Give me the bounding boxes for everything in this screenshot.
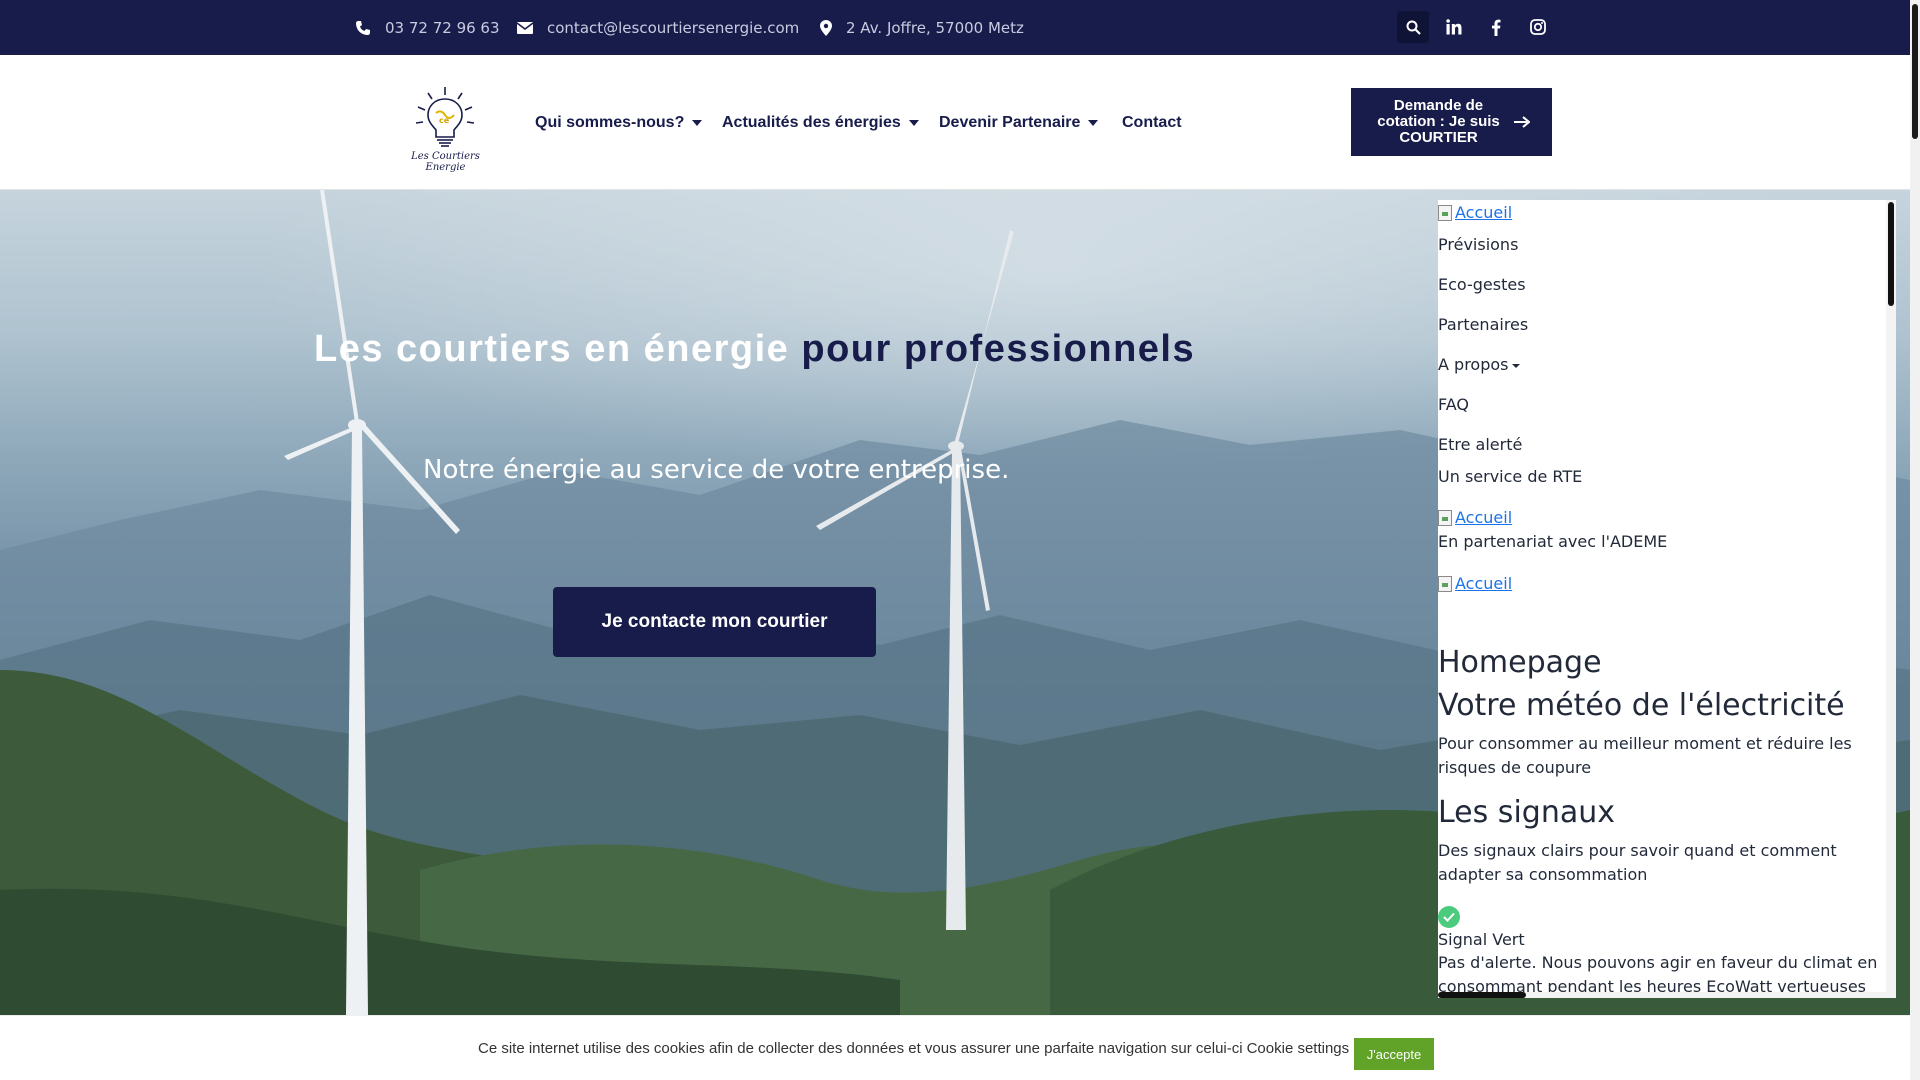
arrow-right-icon — [1513, 116, 1530, 128]
meteo-description: Pour consommer au meilleur moment et réd… — [1438, 734, 1852, 777]
broken-image-icon — [1438, 509, 1452, 526]
scrollbar-thumb[interactable] — [1888, 202, 1894, 306]
linkedin-link[interactable] — [1438, 11, 1470, 43]
cookie-consent-bar: Ce site internet utilise des cookies afi… — [0, 1015, 1910, 1080]
broken-image-icon — [1438, 204, 1452, 221]
lightbulb-logo-icon: ce — [415, 87, 475, 147]
phone-number: 03 72 72 96 63 — [385, 18, 500, 37]
widget-vertical-scrollbar[interactable] — [1886, 200, 1896, 998]
demande-cotation-button[interactable]: Demande de cotation : Je suis COURTIER — [1351, 88, 1552, 156]
ecowatt-widget-panel[interactable]: Accueil Prévisions Eco-gestes Partenaire… — [1438, 200, 1896, 998]
email-info[interactable]: contact@lescourtiersenergie.com — [517, 0, 799, 55]
phone-info[interactable]: 03 72 72 96 63 — [355, 0, 500, 55]
menu-label: A propos — [1438, 355, 1509, 374]
accueil-image-link-1[interactable]: Accueil — [1438, 203, 1512, 222]
accueil-image-link-2[interactable]: Accueil — [1438, 508, 1512, 527]
check-circle-icon — [1438, 906, 1460, 928]
signaux-heading: Les signaux — [1438, 795, 1615, 830]
widget-menu-previsions[interactable]: Prévisions — [1438, 235, 1518, 254]
caret-down-icon — [1512, 363, 1521, 368]
search-icon — [1406, 20, 1421, 35]
caret-down-icon — [908, 119, 919, 126]
signal-vert-label: Signal Vert — [1438, 930, 1525, 949]
nav-devenir-partenaire[interactable]: Devenir Partenaire — [939, 55, 1099, 190]
widget-menu-partenaires[interactable]: Partenaires — [1438, 315, 1528, 334]
caret-down-icon — [692, 119, 703, 126]
accept-cookies-button[interactable]: J'accepte — [1354, 1038, 1434, 1070]
widget-menu-faq[interactable]: FAQ — [1438, 395, 1469, 414]
address-info[interactable]: 2 Av. Joffre, 57000 Metz — [820, 0, 1024, 55]
cookie-text: Ce site internet utilise des cookies afi… — [478, 1040, 1243, 1057]
image-alt-text: Accueil — [1455, 508, 1513, 527]
site-logo[interactable]: ce Les Courtiers Energie — [398, 85, 493, 175]
widget-menu-a-propos[interactable]: A propos — [1438, 355, 1521, 374]
nav-label: Devenir Partenaire — [939, 113, 1081, 131]
hero-title-part2: pour professionnels — [801, 328, 1196, 370]
nav-label: Contact — [1122, 113, 1182, 131]
widget-horizontal-scrollbar[interactable] — [1438, 992, 1886, 998]
address-text: 2 Av. Joffre, 57000 Metz — [846, 18, 1024, 37]
instagram-icon — [1530, 19, 1546, 35]
phone-icon — [356, 20, 370, 35]
instagram-link[interactable] — [1522, 11, 1554, 43]
main-header: ce Les Courtiers Energie Qui sommes-nous… — [0, 55, 1910, 190]
widget-menu-eco-gestes[interactable]: Eco-gestes — [1438, 275, 1526, 294]
hero-title-part1: Les courtiers en énergie — [314, 328, 790, 370]
nav-qui-sommes-nous[interactable]: Qui sommes-nous? — [535, 55, 703, 190]
signal-vert-description: Pas d'alerte. Nous pouvons agir en faveu… — [1438, 953, 1878, 996]
facebook-icon — [1492, 19, 1501, 36]
logo-text: Les Courtiers Energie — [411, 151, 480, 173]
image-alt-text: Accueil — [1455, 203, 1513, 222]
hero-subtitle: Notre énergie au service de votre entrep… — [423, 455, 1010, 485]
image-alt-text: Accueil — [1455, 574, 1513, 593]
cookie-message: Ce site internet utilise des cookies afi… — [478, 1016, 1349, 1080]
envelope-icon — [517, 21, 533, 34]
contact-courtier-button[interactable]: Je contacte mon courtier — [553, 587, 876, 657]
cta-label: Demande de cotation : Je suis COURTIER — [1377, 97, 1500, 146]
nav-label: Qui sommes-nous? — [535, 113, 685, 131]
accueil-image-link-3[interactable]: Accueil — [1438, 574, 1512, 593]
svg-text:ce: ce — [439, 116, 450, 125]
caret-down-icon — [1088, 119, 1099, 126]
page-scrollbar-thumb[interactable] — [1912, 4, 1918, 139]
hero-title: Les courtiers en énergie pour profession… — [314, 328, 1195, 371]
map-pin-icon — [820, 19, 832, 36]
homepage-heading: Homepage — [1438, 645, 1602, 680]
signaux-description: Des signaux clairs pour savoir quand et … — [1438, 841, 1837, 884]
page-scrollbar[interactable] — [1910, 0, 1920, 1080]
linkedin-icon — [1446, 19, 1462, 35]
facebook-link[interactable] — [1480, 11, 1512, 43]
scrollbar-thumb[interactable] — [1438, 992, 1526, 998]
nav-label: Actualités des énergies — [722, 113, 901, 131]
cookie-settings-link[interactable]: Cookie settings — [1247, 1040, 1350, 1057]
broken-image-icon — [1438, 575, 1452, 592]
nav-contact[interactable]: Contact — [1122, 55, 1182, 190]
widget-menu-etre-alerte[interactable]: Etre alerté — [1438, 435, 1522, 454]
rte-text: Un service de RTE — [1438, 467, 1583, 486]
ademe-text: En partenariat avec l'ADEME — [1438, 532, 1668, 551]
search-button[interactable] — [1397, 11, 1429, 43]
top-contact-bar: 03 72 72 96 63 contact@lescourtiersenerg… — [0, 0, 1910, 55]
nav-actualites-energies[interactable]: Actualités des énergies — [722, 55, 919, 190]
email-address: contact@lescourtiersenergie.com — [547, 18, 800, 37]
meteo-heading: Votre météo de l'électricité — [1438, 688, 1845, 723]
